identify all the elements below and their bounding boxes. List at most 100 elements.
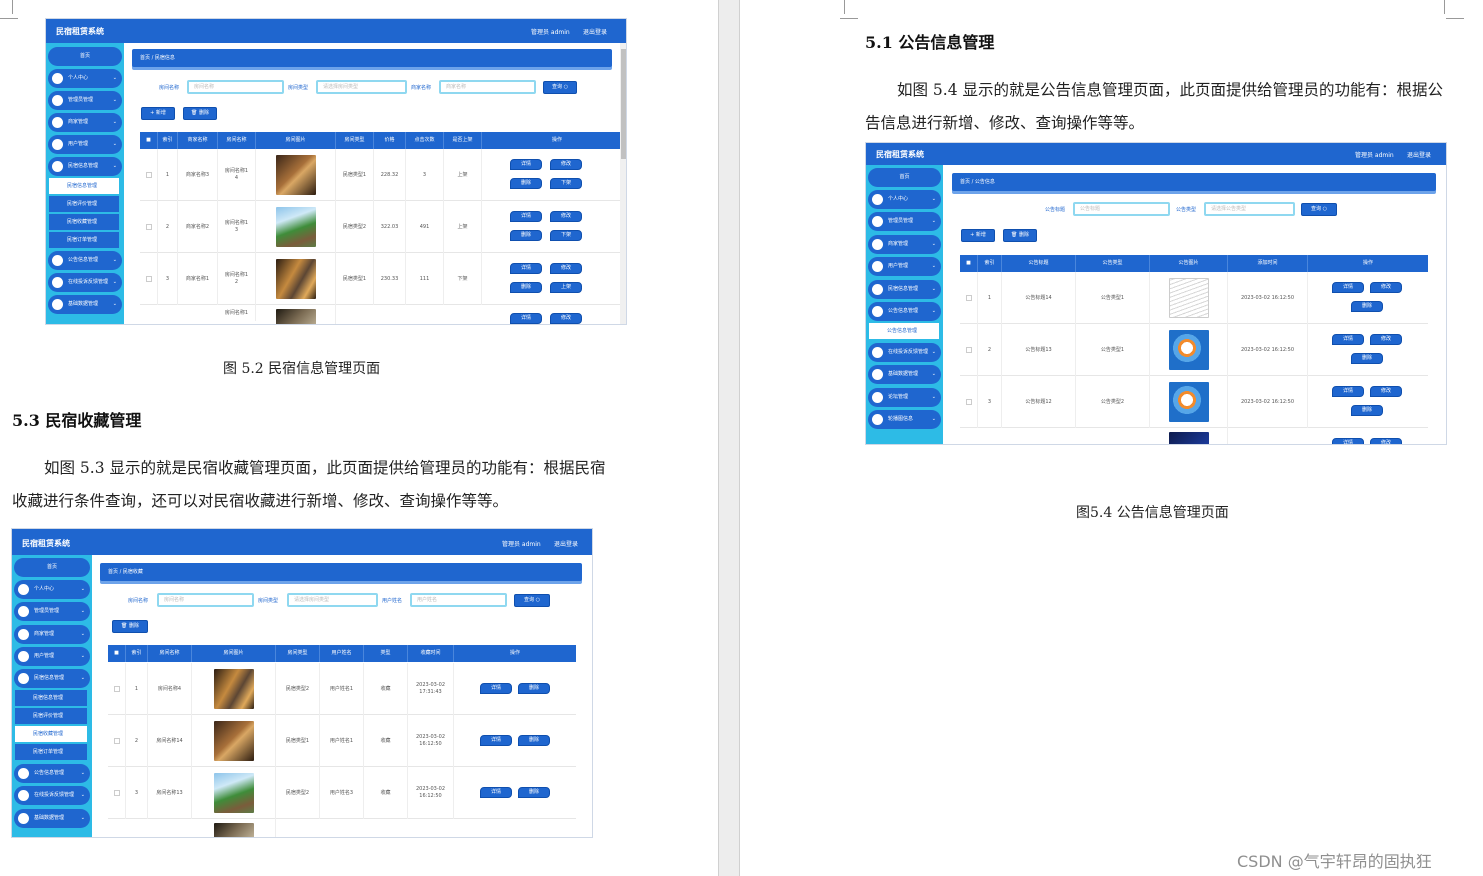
sidebar-item-base-data[interactable]: 基础数据管理 ⌄ [48, 295, 122, 314]
row-checkbox[interactable] [145, 172, 152, 178]
room-name-input[interactable]: 房间名称 [157, 593, 254, 607]
delete-selected-button[interactable]: 🗑 删除 [183, 107, 217, 120]
sidebar-item-base-data[interactable]: 基础数据管理 ⌄ [868, 365, 941, 384]
sidebar-item-merchants[interactable]: 商家管理 ⌄ [14, 625, 90, 644]
sidebar-item-users[interactable]: 用户管理 ⌄ [14, 647, 90, 666]
detail-button[interactable]: 详情 [480, 787, 512, 798]
sidebar-item-complaints[interactable]: 在线投诉反馈管理 ⌄ [868, 343, 941, 362]
sidebar-item-notices[interactable]: 公告信息管理 ⌄ [14, 764, 90, 783]
detail-button[interactable]: 详情 [510, 313, 542, 324]
logout-link[interactable]: 退出登录 [583, 27, 607, 36]
add-button[interactable]: + 新增 [141, 107, 175, 120]
detail-button[interactable]: 详情 [510, 211, 542, 222]
row-checkbox[interactable] [113, 790, 120, 796]
row-checkbox[interactable] [145, 224, 152, 230]
edit-button[interactable]: 修改 [1370, 386, 1402, 397]
delete-button[interactable]: 删除 [510, 282, 542, 293]
sidebar-sub-homestay-info[interactable]: 民宿信息管理 [49, 178, 119, 194]
edit-button[interactable]: 修改 [1370, 438, 1402, 444]
sidebar-item-complaints[interactable]: 在线投诉反馈管理 ⌄ [14, 786, 90, 805]
detail-button[interactable]: 详情 [510, 159, 542, 170]
delete-button[interactable]: 删除 [518, 683, 550, 694]
sidebar-item-homestay-info[interactable]: 民宿信息管理 ⌄ [868, 280, 941, 299]
sidebar-item-admins[interactable]: 管理员管理 ⌄ [14, 602, 90, 621]
sidebar-item-profile[interactable]: 个人中心 ⌄ [14, 580, 90, 599]
room-name-input[interactable]: 房间名称 [187, 80, 284, 94]
detail-button[interactable]: 详情 [1332, 438, 1364, 444]
sidebar-item-homestay-info[interactable]: 民宿信息管理 ⌄ [14, 669, 90, 688]
sidebar-sub-orders[interactable]: 民宿订单管理 [49, 232, 119, 248]
sidebar-item-profile[interactable]: 个人中心 ⌄ [48, 69, 122, 88]
sidebar-item-notices[interactable]: 公告信息管理 ⌄ [48, 251, 122, 270]
select-all-checkbox[interactable]: ■ [140, 132, 158, 149]
edit-button[interactable]: 修改 [1370, 334, 1402, 345]
sidebar-sub-favorites[interactable]: 民宿收藏管理 [49, 214, 119, 230]
sidebar-item-notices[interactable]: 公告信息管理 ⌄ [868, 302, 941, 321]
row-checkbox[interactable] [965, 347, 972, 353]
sidebar-item-merchants[interactable]: 商家管理 ⌄ [48, 113, 122, 132]
delete-selected-button[interactable]: 🗑 删除 [112, 620, 148, 633]
sidebar-sub-orders[interactable]: 民宿订单管理 [15, 744, 87, 760]
row-checkbox[interactable] [113, 686, 120, 692]
row-checkbox[interactable] [113, 738, 120, 744]
room-type-select[interactable]: 请选择房间类型 [287, 593, 378, 607]
sidebar-sub-reviews[interactable]: 民宿评价管理 [49, 196, 119, 212]
admin-user[interactable]: 管理员 admin [1355, 150, 1394, 159]
toggle-listing-button[interactable]: 下架 [550, 178, 582, 189]
toggle-listing-button[interactable]: 下架 [550, 230, 582, 241]
admin-user[interactable]: 管理员 admin [531, 27, 570, 36]
sidebar-sub-favorites[interactable]: 民宿收藏管理 [15, 726, 87, 742]
toggle-listing-button[interactable]: 上架 [550, 282, 582, 293]
delete-selected-button[interactable]: 🗑 删除 [1003, 229, 1037, 242]
sidebar-item-carousel[interactable]: 轮播图信息 ⌄ [868, 410, 941, 429]
edit-button[interactable]: 修改 [550, 159, 582, 170]
delete-button[interactable]: 删除 [518, 787, 550, 798]
admin-user[interactable]: 管理员 admin [502, 539, 541, 548]
logout-link[interactable]: 退出登录 [1407, 150, 1431, 159]
search-button[interactable]: 查询 ○ [1301, 203, 1337, 216]
room-type-select[interactable]: 请选择房间类型 [316, 80, 407, 94]
logout-link[interactable]: 退出登录 [554, 539, 578, 548]
search-button[interactable]: 查询 ○ [543, 81, 577, 94]
sidebar-item-users[interactable]: 用户管理 ⌄ [868, 257, 941, 276]
sidebar-sub-homestay-info[interactable]: 民宿信息管理 [15, 690, 87, 706]
edit-button[interactable]: 修改 [550, 263, 582, 274]
sidebar-item-home[interactable]: 首页 [14, 558, 90, 577]
delete-button[interactable]: 删除 [510, 178, 542, 189]
detail-button[interactable]: 详情 [1332, 334, 1364, 345]
edit-button[interactable]: 修改 [1370, 282, 1402, 293]
sidebar-item-merchants[interactable]: 商家管理 ⌄ [868, 235, 941, 254]
delete-button[interactable]: 删除 [518, 735, 550, 746]
delete-button[interactable]: 删除 [1351, 405, 1383, 416]
detail-button[interactable]: 详情 [480, 683, 512, 694]
merchant-name-input[interactable]: 商家名称 [439, 80, 536, 94]
notice-type-select[interactable]: 请选择公告类型 [1204, 202, 1295, 216]
detail-button[interactable]: 详情 [1332, 386, 1364, 397]
row-checkbox[interactable] [965, 295, 972, 301]
select-all-checkbox[interactable]: ■ [108, 645, 126, 662]
delete-button[interactable]: 删除 [510, 230, 542, 241]
scrollbar[interactable] [620, 43, 626, 324]
sidebar-item-home[interactable]: 首页 [868, 168, 941, 187]
scrollbar-thumb[interactable] [621, 49, 626, 159]
sidebar-sub-notices[interactable]: 公告信息管理 [869, 323, 939, 339]
sidebar-item-admins[interactable]: 管理员管理 ⌄ [48, 91, 122, 110]
detail-button[interactable]: 详情 [480, 735, 512, 746]
row-checkbox[interactable] [965, 399, 972, 405]
select-all-checkbox[interactable]: ■ [960, 255, 978, 272]
detail-button[interactable]: 详情 [1332, 282, 1364, 293]
user-name-input[interactable]: 用户姓名 [410, 593, 507, 607]
row-checkbox[interactable] [145, 276, 152, 282]
detail-button[interactable]: 详情 [510, 263, 542, 274]
sidebar-item-users[interactable]: 用户管理 ⌄ [48, 135, 122, 154]
sidebar-item-forum[interactable]: 论坛管理 ⌄ [868, 388, 941, 407]
delete-button[interactable]: 删除 [1351, 301, 1383, 312]
add-button[interactable]: + 新增 [961, 229, 995, 242]
sidebar-sub-reviews[interactable]: 民宿评价管理 [15, 708, 87, 724]
notice-title-input[interactable]: 公告标题 [1073, 202, 1170, 216]
edit-button[interactable]: 修改 [550, 211, 582, 222]
sidebar-item-profile[interactable]: 个人中心 ⌄ [868, 190, 941, 209]
sidebar-item-complaints[interactable]: 在线投诉反馈管理 ⌄ [48, 273, 122, 292]
search-button[interactable]: 查询 ○ [514, 594, 550, 607]
sidebar-item-base-data[interactable]: 基础数据管理 ⌄ [14, 809, 90, 828]
